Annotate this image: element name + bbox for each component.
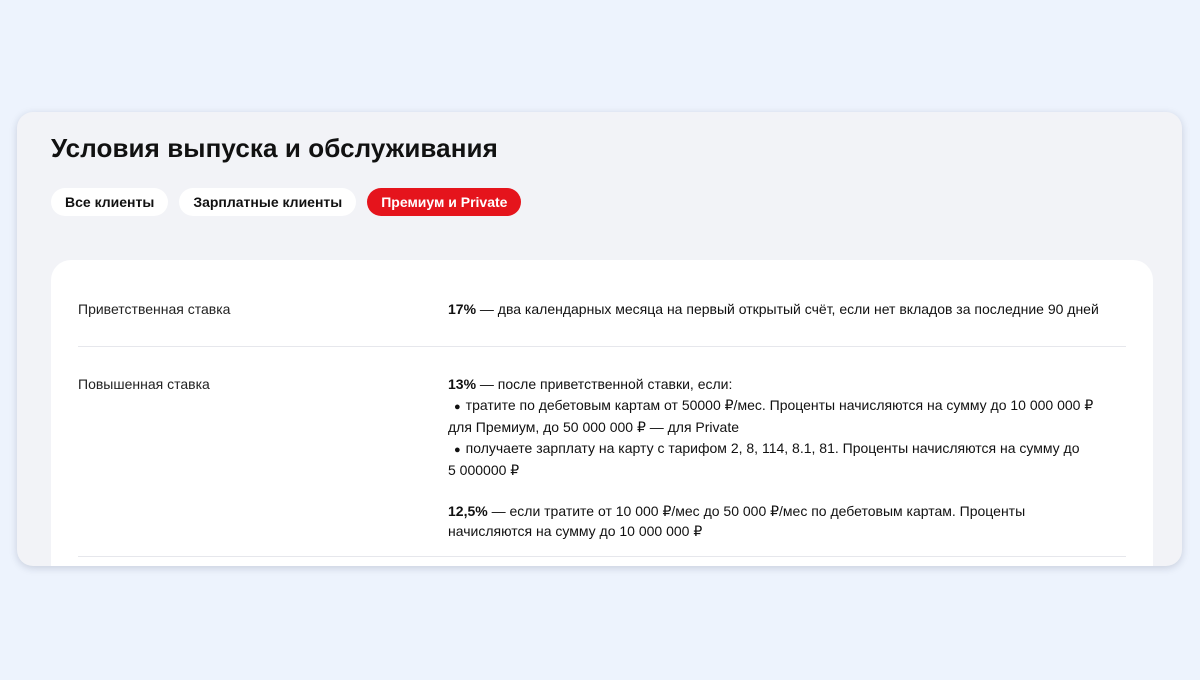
row-value-welcome-rate: 17% — два календарных месяца на первый о… xyxy=(448,299,1128,320)
list-item-continuation: для Премиум, до 50 000 000 ₽ — для Priva… xyxy=(448,419,740,435)
second-rate-text-continuation: начисляются на сумму до 10 000 000 ₽ xyxy=(448,523,703,539)
conditions-panel: Условия выпуска и обслуживания Все клиен… xyxy=(17,112,1182,566)
list-item: ● тратите по дебетовым картам от 50000 ₽/… xyxy=(454,396,1094,413)
tab-premium-private[interactable]: Премиум и Private xyxy=(367,188,522,216)
table-row: Повышенная ставка 13% — после приветстве… xyxy=(78,346,1126,557)
welcome-rate-value: 17% xyxy=(448,301,477,317)
list-item-continuation: 5 000000 ₽ xyxy=(448,462,520,478)
increased-rate-text: — после приветственной ставки, если: xyxy=(476,376,733,392)
bullet-icon: ● xyxy=(454,443,461,456)
row-label-increased-rate: Повышенная ставка xyxy=(78,376,210,392)
section-title: Условия выпуска и обслуживания xyxy=(51,133,498,163)
conditions-card: Приветственная ставка 17% — два календар… xyxy=(51,260,1153,566)
client-type-tabs: Все клиенты Зарплатные клиенты Премиум и… xyxy=(51,188,522,216)
second-rate-text: — если тратите от 10 000 ₽/мес до 50 000… xyxy=(487,502,1026,519)
row-label-welcome-rate: Приветственная ставка xyxy=(78,301,231,317)
increased-rate-value: 13% xyxy=(448,376,477,392)
tab-salary-clients[interactable]: Зарплатные клиенты xyxy=(179,188,357,216)
tab-all-clients[interactable]: Все клиенты xyxy=(51,188,169,216)
row-value-increased-rate: 13% — после приветственной ставки, если:… xyxy=(448,374,1128,542)
list-item: ● получаете зарплату на карту с тарифом 2… xyxy=(454,439,1080,456)
table-row: Приветственная ставка 17% — два календар… xyxy=(78,260,1126,347)
bullet-icon: ● xyxy=(454,400,461,413)
welcome-rate-text: — два календарных месяца на первый откры… xyxy=(476,301,1099,317)
second-rate-value: 12,5% xyxy=(448,502,488,519)
